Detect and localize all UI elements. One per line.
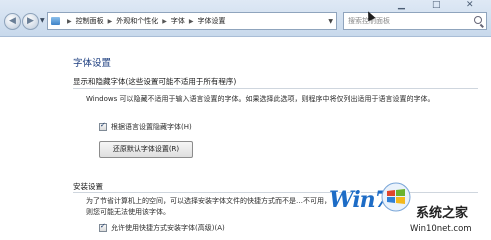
windows-logo-icon [381, 182, 411, 212]
install-shortcut-checkbox-row[interactable]: 允许使用快捷方式安装字体(高级)(A) [99, 222, 225, 233]
watermark-brand: Win7 [329, 187, 390, 213]
install-settings-description: 为了节省计算机上的空间，可以选择安装字体文件的快捷方式而不是…不可用，则您可能无… [86, 197, 331, 216]
watermark-url: Win10net.com [410, 224, 472, 234]
recent-pages-dropdown-icon[interactable]: ▼ [40, 17, 45, 24]
breadcrumb-font-settings[interactable]: 字体设置 [198, 16, 226, 26]
watermark-brand-cn: 系统之家 [416, 206, 469, 221]
hide-fonts-checkbox-row[interactable]: 根据语言设置隐藏字体(H) [99, 121, 192, 132]
install-settings-section-title: 安装设置 [73, 182, 103, 191]
hide-fonts-section-title: 显示和隐藏字体(这些设置可能不适用于所有程序) [73, 77, 237, 86]
back-arrow-icon[interactable]: ◀ [4, 13, 21, 30]
section-divider [73, 88, 478, 89]
breadcrumb-separator-icon[interactable]: ▶ [189, 18, 194, 25]
hide-fonts-checkbox[interactable] [99, 121, 107, 131]
breadcrumb-separator-icon[interactable]: ▶ [108, 18, 113, 25]
navigation-bar: ▁ □ ✕ ◀ ▶ ▼ ▶ 控制面板 ▶ 外观和个性化 ▶ 字体 ▶ 字体设置 … [0, 0, 491, 37]
breadcrumb-separator-icon[interactable]: ▶ [67, 18, 72, 25]
hide-fonts-checkbox-label[interactable]: 根据语言设置隐藏字体(H) [111, 122, 192, 132]
close-icon[interactable]: ✕ [466, 0, 474, 10]
breadcrumb-appearance[interactable]: 外观和个性化 [116, 16, 158, 26]
page-title: 字体设置 [73, 58, 112, 69]
minimize-icon[interactable]: ▁ [398, 0, 405, 10]
breadcrumb-fonts[interactable]: 字体 [171, 16, 185, 26]
address-dropdown-icon[interactable]: ▼ [328, 18, 333, 25]
breadcrumb-control-panel[interactable]: 控制面板 [76, 16, 104, 26]
hide-fonts-description: Windows 可以隐藏不适用于输入语言设置的字体。如果选择此选项，则程序中将仅… [86, 95, 435, 103]
maximize-icon[interactable]: □ [432, 0, 441, 10]
install-shortcut-checkbox[interactable] [99, 222, 107, 232]
control-panel-icon [51, 17, 60, 25]
address-bar[interactable]: ▶ 控制面板 ▶ 外观和个性化 ▶ 字体 ▶ 字体设置 ▼ [47, 12, 337, 30]
breadcrumb-separator-icon[interactable]: ▶ [162, 18, 167, 25]
search-icon[interactable] [474, 16, 482, 24]
section-divider [73, 192, 478, 193]
forward-arrow-icon[interactable]: ▶ [22, 13, 39, 30]
restore-default-fonts-button[interactable]: 还原默认字体设置(R) [99, 141, 193, 158]
install-shortcut-checkbox-label[interactable]: 允许使用快捷方式安装字体(高级)(A) [111, 223, 225, 233]
